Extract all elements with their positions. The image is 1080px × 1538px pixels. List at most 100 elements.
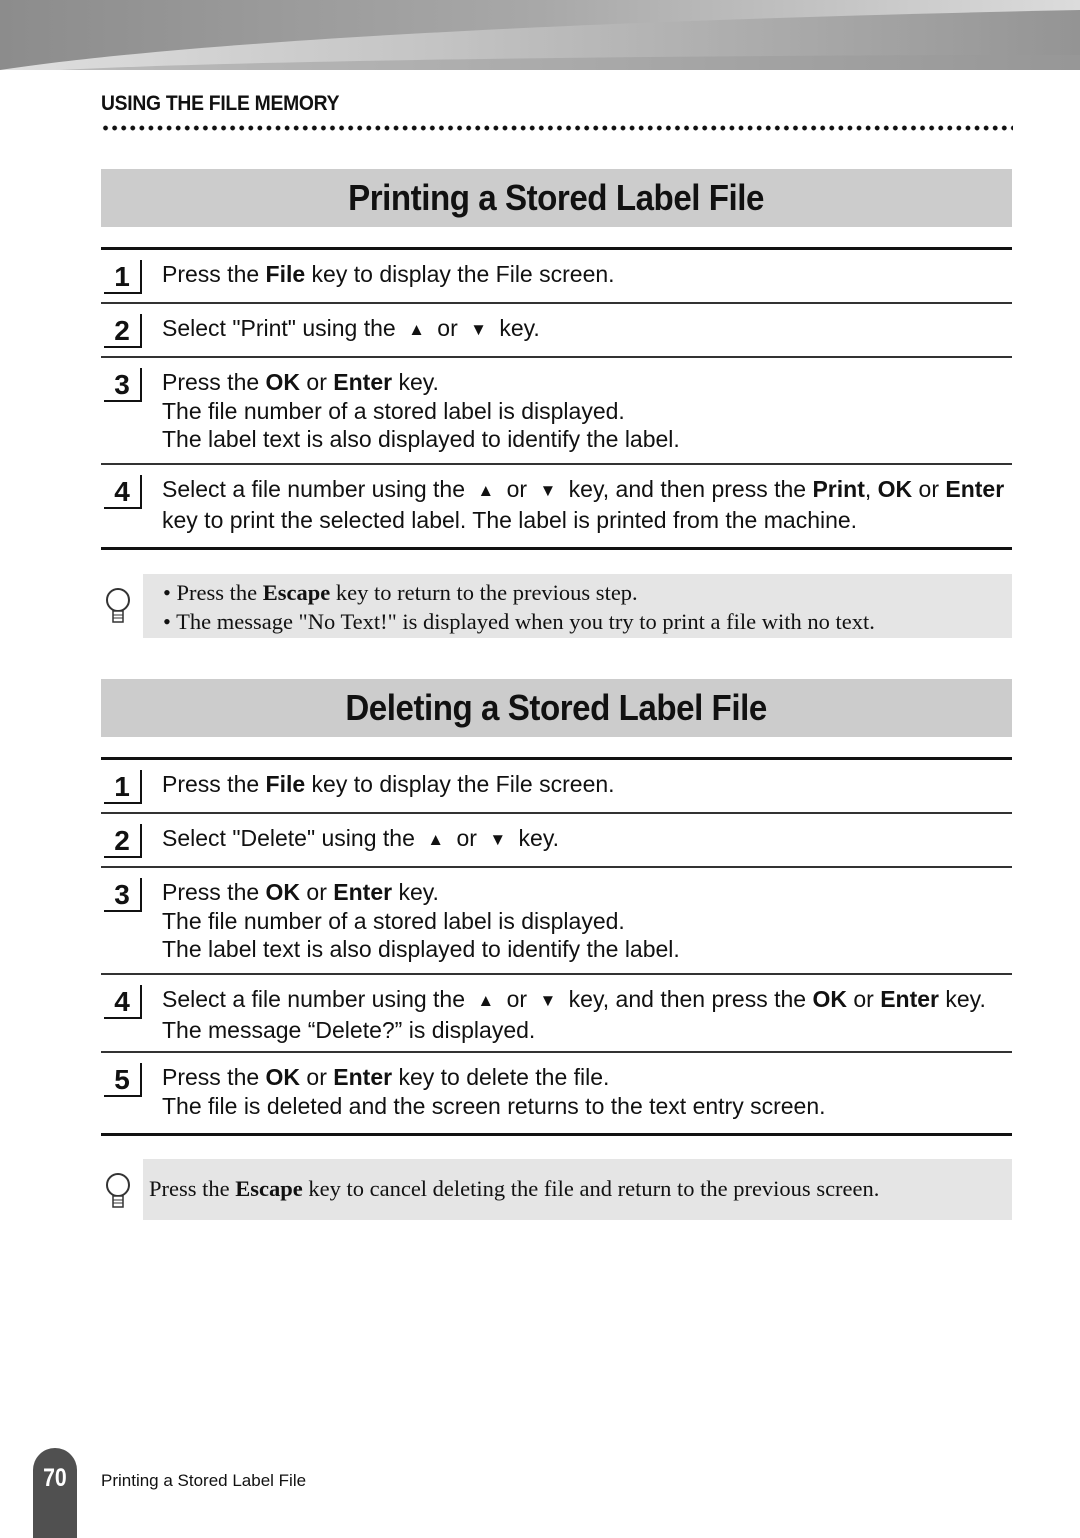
- text-run: or: [300, 879, 334, 905]
- step-line: Select a file number using the ▲ or ▼ ke…: [162, 475, 1012, 506]
- step-number: 1: [104, 260, 142, 294]
- key-name: Escape: [235, 1176, 303, 1201]
- text-run: Select "Delete" using the: [162, 825, 422, 851]
- text-run: or: [846, 986, 881, 1012]
- lightbulb-icon: [104, 586, 132, 626]
- step-line: Press the OK or Enter key to delete the …: [162, 1063, 1012, 1092]
- step-number: 4: [104, 475, 142, 509]
- step-item: 4 Select a file number using the ▲ or ▼ k…: [101, 975, 1012, 1051]
- section-title-text: Printing a Stored Label File: [348, 177, 765, 218]
- step-number: 1: [104, 770, 142, 804]
- down-arrow-key-icon: ▼: [489, 830, 507, 849]
- key-name: File: [265, 261, 306, 287]
- text-run: Press the: [162, 879, 266, 905]
- text-run: The file number of a stored label is dis…: [162, 907, 625, 934]
- section-title: Deleting a Stored Label File: [101, 679, 1012, 737]
- note-line: Press the Escape key to cancel deleting …: [149, 1174, 1012, 1203]
- down-arrow-key-icon: ▼: [539, 991, 557, 1010]
- text-run: key.: [392, 879, 439, 905]
- down-arrow-key-icon: ▼: [539, 481, 557, 500]
- text-run: or: [300, 369, 334, 395]
- step-item: 5 Press the OK or Enter key to delete the…: [101, 1053, 1012, 1133]
- text-run: Press the: [162, 261, 266, 287]
- key-name: Enter: [333, 879, 393, 905]
- text-run: Select "Print" using the: [162, 315, 403, 341]
- step-item: 1 Press the File key to display the File …: [101, 250, 1012, 302]
- banner-swoosh-graphic: [0, 0, 1080, 70]
- text-run: key to print the selected label. The lab…: [162, 506, 858, 533]
- section-title: Printing a Stored Label File: [101, 169, 1012, 227]
- chapter-title: USING THE FILE MEMORY: [101, 92, 340, 115]
- up-arrow-key-icon: ▲: [427, 830, 445, 849]
- step-line: Press the OK or Enter key.: [162, 878, 1012, 907]
- note-line: • Press the Escape key to return to the …: [163, 578, 1012, 607]
- text-run: Press the: [162, 1064, 266, 1090]
- step-line: Press the File key to display the File s…: [162, 260, 1012, 289]
- text-run: The file number of a stored label is dis…: [162, 397, 625, 424]
- text-run: • Press the: [163, 580, 263, 605]
- text-run: Press the: [149, 1176, 236, 1201]
- step-number: 5: [104, 1063, 142, 1097]
- step-line: key to print the selected label. The lab…: [162, 506, 1012, 535]
- key-name: OK: [265, 879, 301, 905]
- step-line: The label text is also displayed to iden…: [162, 935, 1012, 964]
- step-line: Press the OK or Enter key.: [162, 368, 1012, 397]
- step-number: 3: [104, 878, 142, 912]
- text-run: ,: [864, 476, 878, 502]
- text-run: or: [300, 1064, 334, 1090]
- up-arrow-key-icon: ▲: [477, 991, 495, 1010]
- text-run: key to display the File screen.: [305, 771, 615, 797]
- key-name: Enter: [333, 1064, 393, 1090]
- text-run: key, and then press the: [562, 986, 813, 1012]
- step-line: The file is deleted and the screen retur…: [162, 1092, 1012, 1121]
- text-run: • The message "No Text!" is displayed wh…: [163, 609, 875, 634]
- step-line: Select a file number using the ▲ or ▼ ke…: [162, 985, 1012, 1016]
- step-line: Select "Print" using the ▲ or ▼ key.: [162, 314, 1012, 345]
- step-number: 4: [104, 985, 142, 1019]
- step-item: 2 Select "Delete" using the ▲ or ▼ key.: [101, 814, 1012, 866]
- footer-section-name: Printing a Stored Label File: [101, 1471, 307, 1490]
- step-divider: [101, 1133, 1012, 1136]
- text-run: The file is deleted and the screen retur…: [162, 1092, 826, 1119]
- text-run: or: [450, 825, 484, 851]
- down-arrow-key-icon: ▼: [470, 320, 487, 339]
- key-name: Enter: [333, 369, 393, 395]
- key-name: Enter: [880, 986, 939, 1012]
- key-name: Enter: [945, 476, 1005, 502]
- note-box: Press the Escape key to cancel deleting …: [143, 1159, 1012, 1220]
- text-run: key.: [392, 369, 439, 395]
- key-name: Print: [812, 476, 865, 502]
- dotted-divider: [101, 124, 1013, 132]
- text-run: Press the: [162, 369, 266, 395]
- step-line: The file number of a stored label is dis…: [162, 907, 1012, 936]
- step-number: 3: [104, 368, 142, 402]
- text-run: key.: [512, 825, 560, 851]
- text-run: or: [500, 476, 534, 502]
- step-item: 2 Select "Print" using the ▲ or ▼ key.: [101, 304, 1012, 356]
- step-line: The file number of a stored label is dis…: [162, 397, 1012, 426]
- text-run: The label text is also displayed to iden…: [162, 936, 680, 962]
- text-run: key to cancel deleting the file and retu…: [302, 1176, 880, 1201]
- text-run: The message “Delete?” is displayed.: [162, 1016, 536, 1043]
- up-arrow-key-icon: ▲: [477, 481, 495, 500]
- steps-list: 1 Press the File key to display the File …: [101, 247, 1012, 550]
- step-number: 2: [104, 824, 142, 858]
- text-run: key, and then press the: [562, 476, 813, 502]
- key-name: File: [265, 771, 306, 797]
- step-item: 3 Press the OK or Enter key. The file numb…: [101, 358, 1012, 463]
- lightbulb-icon: [104, 1171, 132, 1211]
- text-run: Press the: [162, 771, 266, 797]
- text-run: Select a file number using the: [162, 476, 472, 502]
- step-divider: [101, 547, 1012, 550]
- text-run: Select a file number using the: [162, 986, 472, 1012]
- note-box: • Press the Escape key to return to the …: [143, 574, 1012, 638]
- step-item: 3 Press the OK or Enter key. The file numb…: [101, 868, 1012, 973]
- text-run: key.: [492, 315, 540, 341]
- text-run: or: [500, 986, 534, 1012]
- text-run: key.: [939, 986, 986, 1012]
- step-line: The message “Delete?” is displayed.: [162, 1016, 1012, 1045]
- text-run: The label text is also displayed to iden…: [162, 426, 680, 452]
- key-name: OK: [265, 369, 301, 395]
- step-item: 1 Press the File key to display the File …: [101, 760, 1012, 812]
- step-line: Press the File key to display the File s…: [162, 770, 1012, 799]
